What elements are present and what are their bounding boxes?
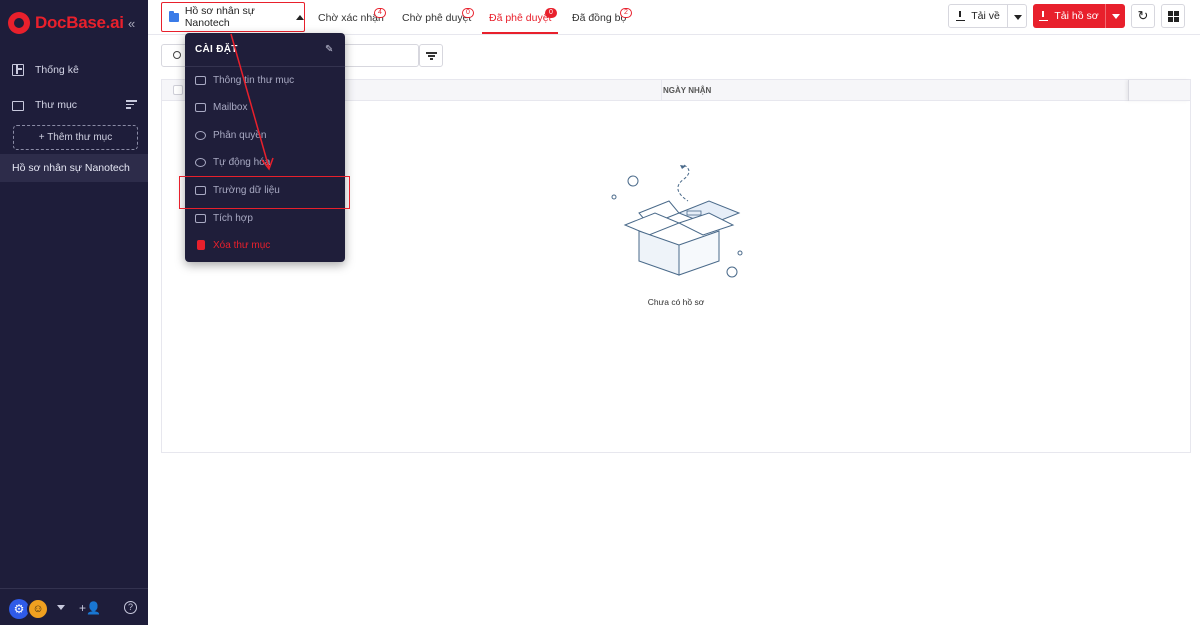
collapse-sidebar-icon[interactable]: «	[128, 16, 135, 31]
count-badge: 4	[374, 8, 386, 18]
menu-item-label: Xóa thư mục	[213, 239, 271, 251]
permission-icon	[195, 130, 206, 140]
sidebar-item-statistics[interactable]: Thống kê	[12, 64, 79, 76]
count-badge: 0	[462, 8, 474, 18]
sidebar: DocBase.ai « Thống kê Thư mục + Thêm thư…	[0, 0, 148, 625]
menu-item-automation[interactable]: Tự động hóa	[195, 154, 270, 170]
folder-icon	[169, 10, 179, 22]
menu-item-integration[interactable]: Tích hợp	[195, 210, 253, 226]
caret-up-icon	[296, 14, 304, 20]
menu-divider	[185, 66, 345, 67]
menu-item-permissions[interactable]: Phân quyền	[195, 127, 266, 143]
count-badge: 2	[620, 8, 632, 18]
menu-item-mailbox[interactable]: Mailbox	[195, 99, 247, 115]
integration-icon	[195, 213, 206, 223]
menu-item-label: Thông tin thư mục	[213, 74, 295, 86]
menu-item-folder-info[interactable]: Thông tin thư mục	[195, 72, 294, 88]
sidebar-footer: ⚙ ☺ +👤 ?	[0, 588, 148, 625]
apps-grid-button[interactable]	[1161, 4, 1185, 28]
filter-button[interactable]	[419, 44, 443, 67]
select-all-checkbox[interactable]	[173, 85, 183, 95]
sidebar-item-folders[interactable]: Thư mục	[12, 99, 77, 111]
search-icon	[173, 51, 181, 59]
download-options-button[interactable]	[1007, 4, 1027, 28]
upload-options-button[interactable]	[1105, 4, 1125, 28]
menu-item-delete-folder[interactable]: Xóa thư mục	[195, 237, 270, 253]
sidebar-folder-item[interactable]: Hồ sơ nhân sự Nanotech	[0, 154, 148, 182]
automation-icon	[195, 157, 206, 167]
upload-document-button[interactable]: Tải hồ sơ	[1033, 4, 1105, 28]
add-user-icon[interactable]: +👤	[79, 601, 101, 615]
upload-label: Tải hồ sơ	[1054, 10, 1099, 22]
folder-settings-menu: CÀI ĐẶT ✎ Thông tin thư mục Mailbox Phân…	[185, 33, 345, 262]
count-badge: 0	[545, 8, 557, 18]
mail-icon	[195, 102, 206, 112]
logo-mark-icon	[8, 12, 30, 34]
upload-icon	[1039, 10, 1049, 21]
sidebar-item-label: Thư mục	[35, 99, 78, 111]
sidebar-item-label: Thống kê	[35, 64, 79, 76]
download-icon	[956, 10, 966, 21]
menu-item-label: Tích hợp	[213, 212, 253, 224]
folder-select-dropdown[interactable]: Hồ sơ nhân sự Nanotech	[161, 2, 305, 32]
add-folder-button[interactable]: + Thêm thư mục	[13, 125, 138, 150]
highlight-box	[179, 176, 350, 209]
refresh-button[interactable]: ↻	[1131, 4, 1155, 28]
folder-icon	[195, 75, 206, 85]
download-label: Tải về	[971, 10, 1000, 22]
trash-icon	[197, 240, 205, 250]
menu-title: CÀI ĐẶT	[195, 44, 238, 55]
tab-label: Chờ phê duyệt	[402, 12, 472, 24]
menu-item-label: Mailbox	[213, 101, 248, 113]
column-header-received-date[interactable]: NGÀY NHẬN	[661, 80, 1128, 101]
tab-pending-approval[interactable]: Chờ phê duyệt 0	[402, 0, 474, 34]
column-header-actions	[1128, 80, 1190, 101]
dashboard-icon	[12, 64, 24, 76]
tab-synced[interactable]: Đã đồng bộ 2	[572, 0, 632, 34]
menu-item-label: Phân quyền	[213, 129, 267, 141]
menu-item-label: Tự động hóa	[213, 156, 271, 168]
help-icon[interactable]: ?	[124, 601, 137, 614]
empty-box-illustration	[611, 164, 743, 278]
logo[interactable]: DocBase.ai	[8, 12, 124, 34]
download-button[interactable]: Tải về	[948, 4, 1008, 28]
avatar[interactable]: ☺	[27, 598, 49, 620]
settings-gear-icon[interactable]: ⚙	[9, 599, 29, 619]
empty-state-text: Chưa có hồ sơ	[647, 297, 705, 307]
sort-icon[interactable]	[126, 100, 137, 111]
tab-label: Đã phê duyệt	[489, 12, 552, 24]
brand-name: DocBase.ai	[35, 13, 124, 32]
tab-label: Đã đồng bộ	[572, 12, 627, 24]
edit-pencil-icon[interactable]: ✎	[325, 44, 333, 55]
folder-icon	[12, 101, 24, 111]
top-bar: Hồ sơ nhân sự Nanotech Chờ xác nhận 4 Ch…	[148, 0, 1200, 35]
tab-pending-confirmation[interactable]: Chờ xác nhận 4	[318, 0, 386, 34]
tab-approved[interactable]: Đã phê duyệt 0	[482, 0, 559, 34]
refresh-icon: ↻	[1137, 8, 1149, 23]
folder-select-label: Hồ sơ nhân sự Nanotech	[184, 5, 255, 29]
chevron-down-icon[interactable]	[57, 605, 65, 610]
